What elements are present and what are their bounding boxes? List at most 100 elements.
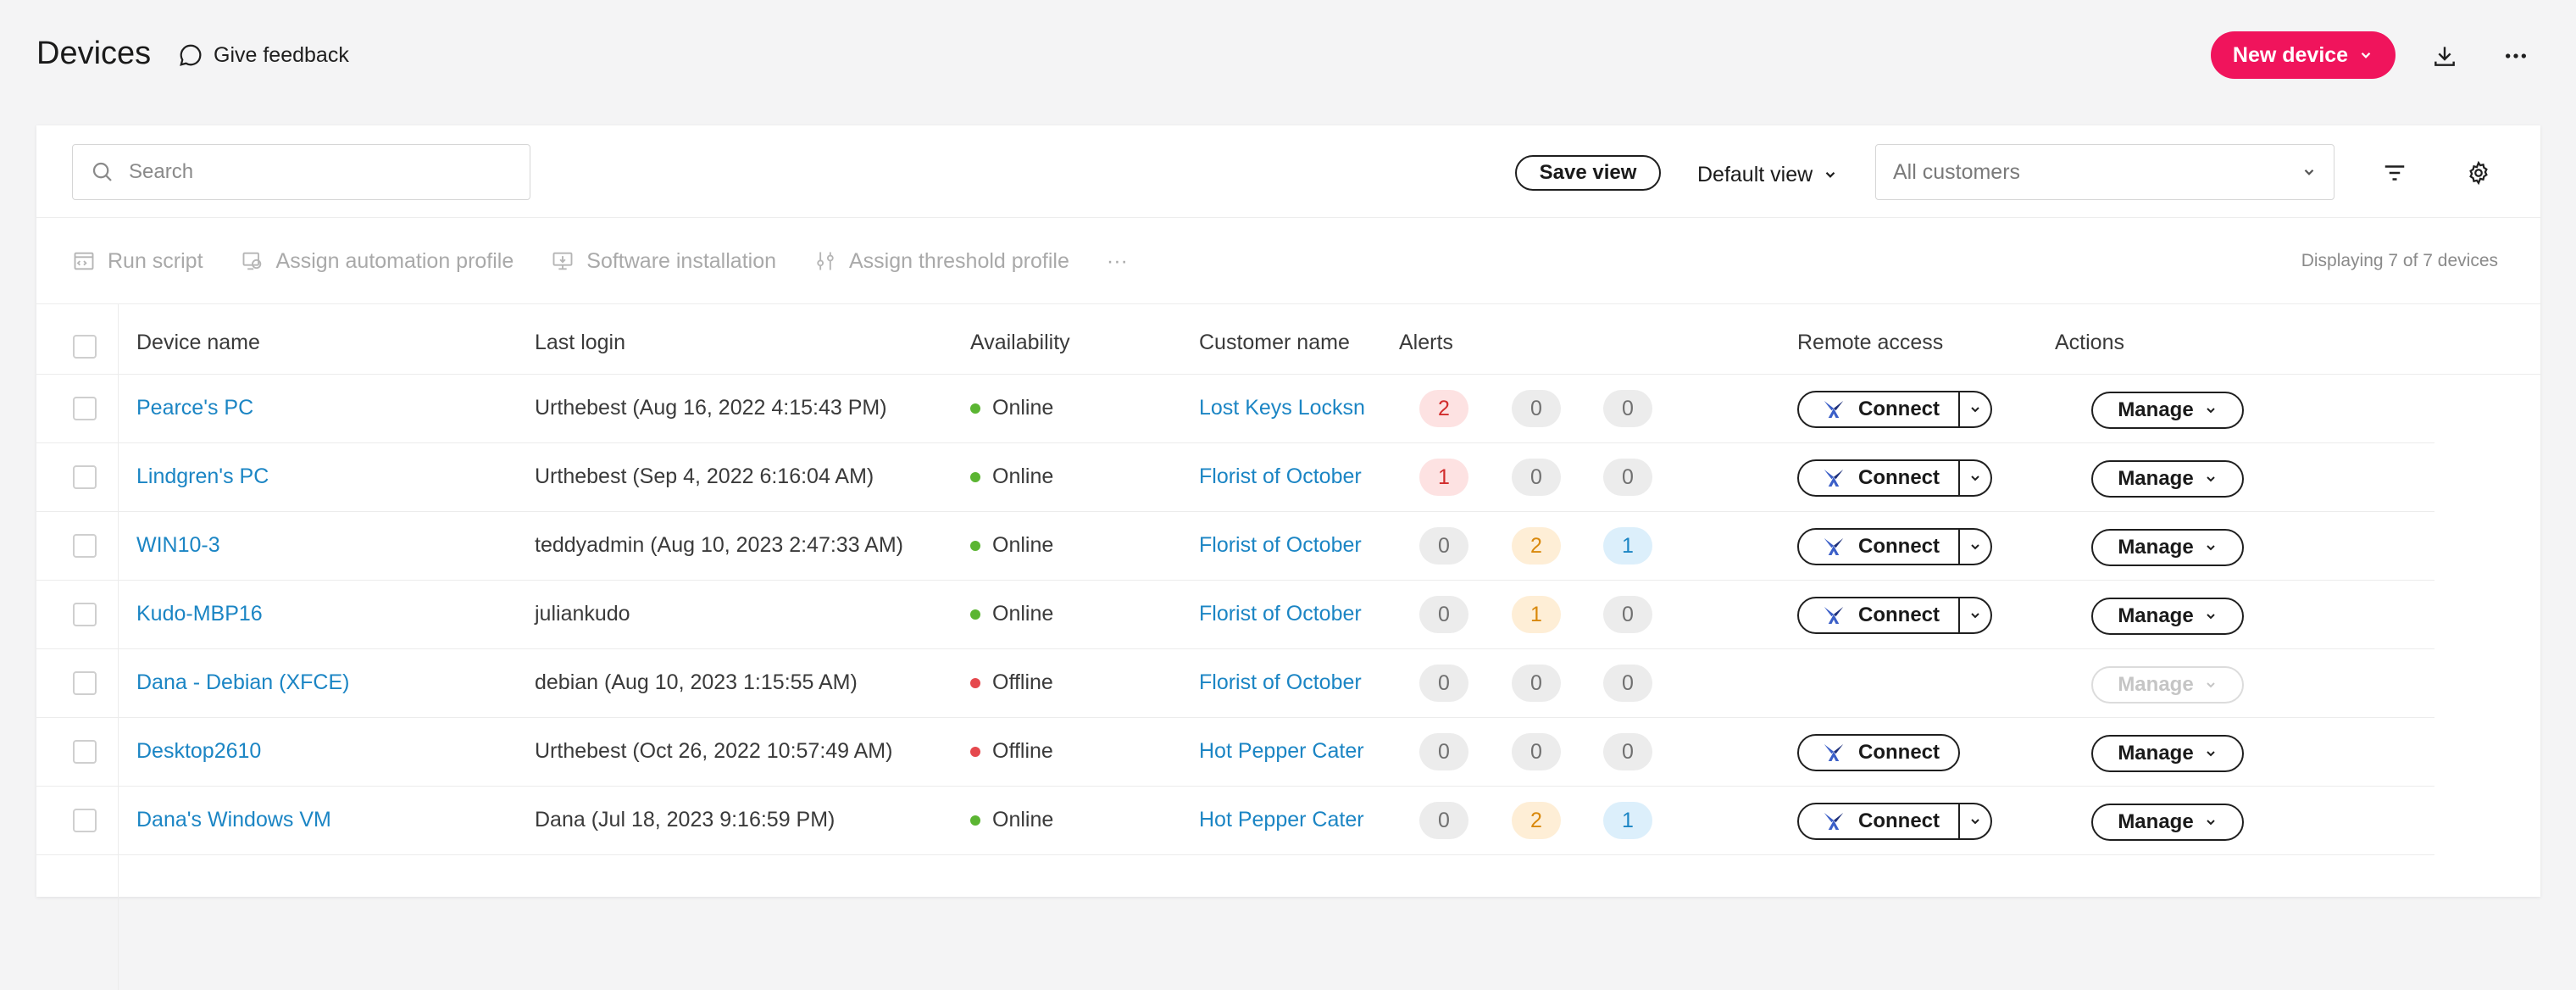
table-row[interactable]: Kudo-MBP16 juliankudo Online Florist of Oct… xyxy=(36,581,2434,649)
run-script-label: Run script xyxy=(108,248,203,273)
run-script-action[interactable]: Run script xyxy=(72,249,203,274)
alert-count-badge[interactable]: 1 xyxy=(1512,596,1561,633)
alert-count-badge[interactable]: 1 xyxy=(1603,802,1652,839)
availability-status: Online xyxy=(970,396,1053,420)
assign-threshold-profile-action[interactable]: Assign threshold profile xyxy=(813,249,1069,274)
software-installation-action[interactable]: Software installation xyxy=(551,249,776,274)
give-feedback-link[interactable]: Give feedback xyxy=(178,42,349,68)
connect-options-button[interactable] xyxy=(1960,459,1992,497)
manage-button[interactable]: Manage xyxy=(2091,804,2244,841)
alert-count-badge[interactable]: 1 xyxy=(1419,459,1468,496)
row-checkbox[interactable] xyxy=(73,603,97,626)
connect-options-button[interactable] xyxy=(1960,803,1992,840)
chevron-down-icon xyxy=(2206,614,2215,620)
customer-name-link[interactable]: Florist of October xyxy=(1199,602,1362,626)
connect-button[interactable]: Connect xyxy=(1797,528,1960,565)
manage-button[interactable]: Manage xyxy=(2091,529,2244,566)
automation-icon xyxy=(242,252,261,270)
more-actions-button[interactable]: ··· xyxy=(1107,249,1128,274)
alert-count-badge[interactable]: 2 xyxy=(1419,390,1468,427)
connect-button[interactable]: Connect xyxy=(1797,734,1960,771)
table-row[interactable]: Dana's Windows VM Dana (Jul 18, 2023 9:16… xyxy=(36,787,2434,855)
alert-count-badge[interactable]: 2 xyxy=(1512,527,1561,565)
alert-count-badge[interactable]: 0 xyxy=(1419,665,1468,702)
table-row[interactable]: Desktop2610 Urthebest (Oct 26, 2022 10:57… xyxy=(36,718,2434,787)
connect-options-button[interactable] xyxy=(1960,391,1992,428)
col-device-name[interactable]: Device name xyxy=(136,331,260,355)
row-checkbox[interactable] xyxy=(73,397,97,420)
row-checkbox[interactable] xyxy=(73,534,97,558)
table-row[interactable]: Lindgren's PC Urthebest (Sep 4, 2022 6:16… xyxy=(36,443,2434,512)
manage-button[interactable]: Manage xyxy=(2091,598,2244,635)
last-login-text: Urthebest (Aug 16, 2022 4:15:43 PM) xyxy=(535,396,887,420)
alert-count-badge[interactable]: 1 xyxy=(1603,527,1652,565)
more-options-button[interactable] xyxy=(2499,39,2533,73)
gear-icon xyxy=(2469,160,2488,186)
default-view-dropdown[interactable]: Default view xyxy=(1697,159,1838,190)
device-name-link[interactable]: Pearce's PC xyxy=(136,396,253,420)
alert-count-badge[interactable]: 0 xyxy=(1512,390,1561,427)
alert-count-badge[interactable]: 0 xyxy=(1603,665,1652,702)
customer-name-link[interactable]: Florist of October xyxy=(1199,533,1362,558)
alert-count-badge[interactable]: 0 xyxy=(1512,665,1561,702)
table-row[interactable]: Pearce's PC Urthebest (Aug 16, 2022 4:15:… xyxy=(36,375,2434,443)
alert-count-badge[interactable]: 0 xyxy=(1419,733,1468,770)
alert-count-badge[interactable]: 0 xyxy=(1603,596,1652,633)
row-checkbox[interactable] xyxy=(73,809,97,832)
connect-button[interactable]: Connect xyxy=(1797,803,1960,840)
row-checkbox[interactable] xyxy=(73,671,97,695)
customers-select[interactable]: All customers xyxy=(1875,144,2334,200)
col-alerts[interactable]: Alerts xyxy=(1399,331,1453,355)
last-login-text: Urthebest (Oct 26, 2022 10:57:49 AM) xyxy=(535,739,893,763)
connect-button[interactable]: Connect xyxy=(1797,459,1960,497)
manage-button[interactable]: Manage xyxy=(2091,735,2244,772)
customer-name-link[interactable]: Florist of October xyxy=(1199,670,1362,695)
page-title: Devices xyxy=(36,36,152,71)
manage-button[interactable]: Manage xyxy=(2091,460,2244,498)
row-checkbox[interactable] xyxy=(73,465,97,489)
settings-button[interactable] xyxy=(2462,156,2496,190)
select-all-checkbox[interactable] xyxy=(73,335,97,359)
alert-count-badge[interactable]: 0 xyxy=(1603,459,1652,496)
alert-count-badge[interactable]: 0 xyxy=(1603,390,1652,427)
save-view-button[interactable]: Save view xyxy=(1515,155,1661,191)
customer-name-link[interactable]: Hot Pepper Cater xyxy=(1199,808,1364,832)
new-device-button[interactable]: New device xyxy=(2211,31,2396,79)
device-name-link[interactable]: WIN10-3 xyxy=(136,533,220,558)
assign-automation-profile-action[interactable]: Assign automation profile xyxy=(241,249,514,274)
search-input[interactable] xyxy=(129,160,510,184)
alert-count-badge[interactable]: 0 xyxy=(1419,527,1468,565)
device-name-link[interactable]: Kudo-MBP16 xyxy=(136,602,263,626)
remote-access-icon xyxy=(1824,607,1844,624)
connect-button[interactable]: Connect xyxy=(1797,597,1960,634)
connect-button[interactable]: Connect xyxy=(1797,391,1960,428)
download-button[interactable] xyxy=(2428,39,2462,73)
alert-count-badge[interactable]: 0 xyxy=(1419,596,1468,633)
chevron-down-icon xyxy=(2206,820,2215,826)
customer-name-link[interactable]: Hot Pepper Cater xyxy=(1199,739,1364,764)
customer-name-link[interactable]: Lost Keys Locksn xyxy=(1199,396,1365,420)
device-name-link[interactable]: Dana - Debian (XFCE) xyxy=(136,670,349,695)
alert-count-badge[interactable]: 0 xyxy=(1512,733,1561,770)
search-box[interactable] xyxy=(72,144,530,200)
alert-count-badge[interactable]: 2 xyxy=(1512,802,1561,839)
manage-button[interactable]: Manage xyxy=(2091,392,2244,429)
alert-count-badge[interactable]: 0 xyxy=(1603,733,1652,770)
col-last-login[interactable]: Last login xyxy=(535,331,625,355)
connect-options-button[interactable] xyxy=(1960,528,1992,565)
table-row[interactable]: Dana - Debian (XFCE) debian (Aug 10, 2023… xyxy=(36,649,2434,718)
alert-count-badge[interactable]: 0 xyxy=(1512,459,1561,496)
alert-count-badge[interactable]: 0 xyxy=(1419,802,1468,839)
customer-name-link[interactable]: Florist of October xyxy=(1199,464,1362,489)
col-availability[interactable]: Availability xyxy=(970,331,1070,355)
row-checkbox[interactable] xyxy=(73,740,97,764)
device-name-link[interactable]: Dana's Windows VM xyxy=(136,808,331,832)
remote-access-icon xyxy=(1824,538,1844,555)
device-name-link[interactable]: Lindgren's PC xyxy=(136,464,269,489)
manage-label: Manage xyxy=(2118,810,2194,833)
device-name-link[interactable]: Desktop2610 xyxy=(136,739,261,764)
table-row[interactable]: WIN10-3 teddyadmin (Aug 10, 2023 2:47:33 … xyxy=(36,512,2434,581)
connect-options-button[interactable] xyxy=(1960,597,1992,634)
filter-button[interactable] xyxy=(2378,156,2412,190)
col-customer-name[interactable]: Customer name xyxy=(1199,331,1350,355)
